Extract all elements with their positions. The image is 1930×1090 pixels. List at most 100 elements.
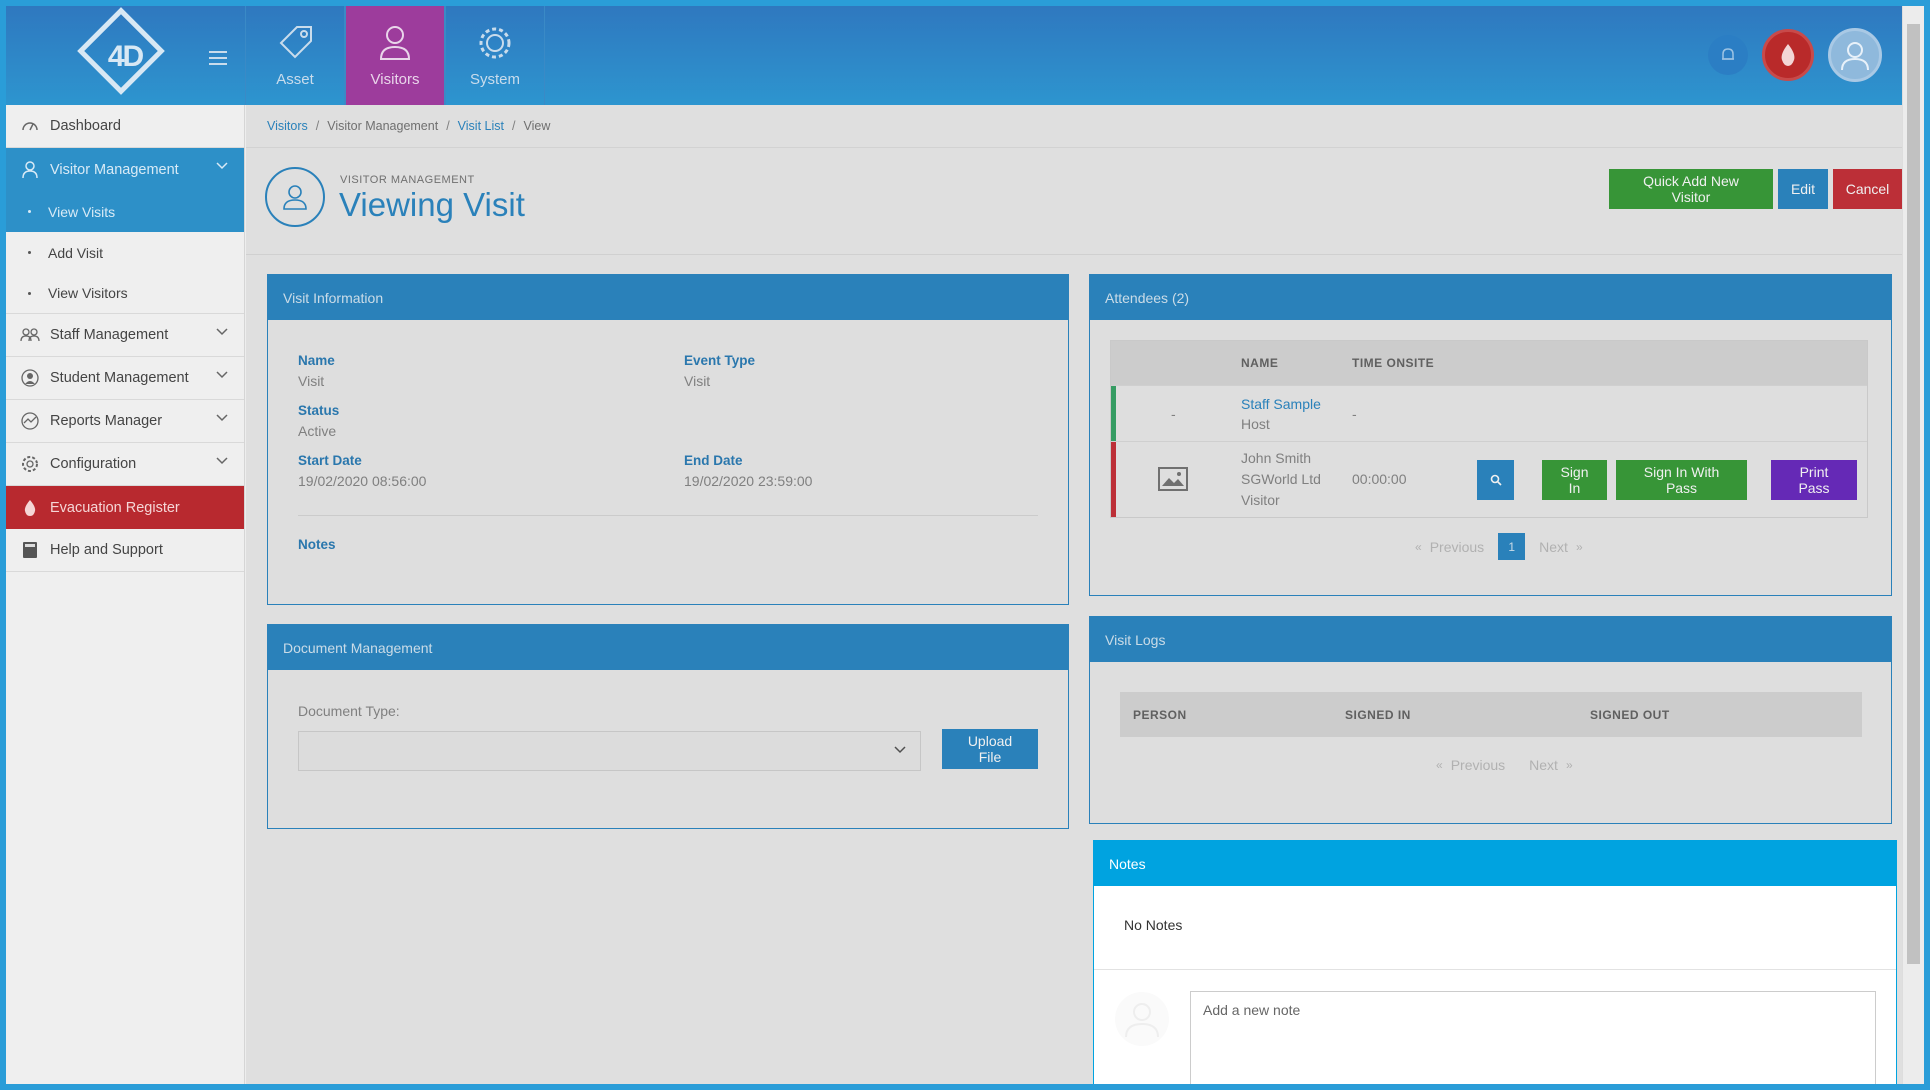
page-user-icon — [265, 167, 325, 227]
notifications-button[interactable] — [1708, 35, 1748, 75]
attendees-panel: Attendees (2) NAME TIME ONSITE - Staff S… — [1089, 274, 1892, 596]
new-note-textarea[interactable]: Add a new note — [1190, 991, 1876, 1084]
column-name: NAME — [1241, 356, 1279, 370]
pager-next[interactable]: Next — [1529, 757, 1558, 773]
column-time-onsite: TIME ONSITE — [1352, 356, 1435, 370]
top-nav-asset[interactable]: Asset — [245, 6, 345, 105]
dashboard-icon — [22, 122, 38, 131]
status-stripe — [1111, 442, 1116, 517]
user-avatar[interactable] — [1828, 28, 1882, 82]
notes-title: Notes — [1094, 841, 1896, 886]
event-type-value: Visit — [684, 373, 711, 389]
column-person: PERSON — [1133, 708, 1187, 722]
upload-file-button[interactable]: Upload File — [942, 729, 1038, 769]
top-nav: Asset Visitors System — [245, 6, 545, 105]
fire-icon — [24, 499, 36, 516]
attendee-name-link[interactable]: Staff Sample — [1241, 394, 1321, 415]
sidebar-subitem-view-visitors[interactable]: View Visitors — [6, 273, 244, 314]
divider — [298, 515, 1038, 516]
sidebar-item-label: Student Management — [50, 370, 189, 386]
sidebar-item-label: Evacuation Register — [50, 499, 180, 516]
logo-text: 4D — [107, 40, 144, 73]
page-title: Viewing Visit — [339, 186, 525, 223]
header-actions: Quick Add New Visitor Edit Cancel — [1604, 169, 1902, 209]
chevron-down-icon — [216, 414, 228, 422]
table-header: NAME TIME ONSITE — [1111, 341, 1867, 385]
breadcrumb-visitors[interactable]: Visitors — [267, 119, 308, 133]
student-icon — [21, 369, 39, 387]
logs-table-header: PERSON SIGNED IN SIGNED OUT — [1120, 692, 1862, 737]
bullet-icon — [28, 251, 31, 254]
pager-next-icon: » — [1565, 758, 1573, 772]
end-date-value: 19/02/2020 23:59:00 — [684, 473, 813, 489]
bell-icon — [1722, 48, 1734, 60]
pager-previous[interactable]: Previous — [1430, 539, 1484, 555]
cancel-button[interactable]: Cancel — [1833, 169, 1902, 209]
status-stripe — [1111, 386, 1116, 441]
sidebar-subitem-add-visit[interactable]: Add Visit — [6, 232, 244, 273]
top-nav-visitors[interactable]: Visitors — [345, 6, 445, 105]
sidebar-item-label: Help and Support — [50, 542, 163, 558]
sidebar-subitem-view-visits[interactable]: View Visits — [6, 191, 244, 232]
pager-previous[interactable]: Previous — [1451, 757, 1505, 773]
avatar-icon — [1841, 42, 1869, 71]
pager-next[interactable]: Next — [1539, 539, 1568, 555]
panel-title: Visit Logs — [1090, 617, 1891, 662]
name-value: Visit — [298, 373, 325, 389]
document-management-panel: Document Management Document Type: Uploa… — [267, 624, 1069, 829]
sign-in-button[interactable]: Sign In — [1542, 460, 1607, 500]
sidebar-subitem-label: View Visitors — [48, 285, 128, 301]
breadcrumb: Visitors / Visitor Management / Visit Li… — [246, 105, 1902, 148]
document-type-select[interactable] — [298, 731, 921, 771]
sidebar-item-reports-manager[interactable]: Reports Manager — [6, 400, 244, 443]
logs-pagination: « Previous Next » — [1436, 757, 1573, 773]
group-icon — [20, 328, 40, 342]
visit-logs-panel: Visit Logs PERSON SIGNED IN SIGNED OUT «… — [1089, 616, 1892, 824]
top-nav-visitors-label: Visitors — [370, 71, 420, 88]
attendees-pagination: « Previous 1 Next » — [1415, 533, 1583, 560]
pager-page-1[interactable]: 1 — [1498, 533, 1526, 560]
bullet-icon — [28, 210, 31, 213]
menu-toggle-icon[interactable] — [209, 51, 227, 69]
start-date-label: Start Date — [298, 453, 362, 468]
print-pass-button[interactable]: Print Pass — [1771, 460, 1857, 500]
quick-add-visitor-button[interactable]: Quick Add New Visitor — [1609, 169, 1773, 209]
scrollbar-thumb[interactable] — [1907, 24, 1920, 964]
search-icon — [1490, 474, 1502, 486]
breadcrumb-separator: / — [315, 119, 320, 133]
user-icon — [22, 160, 38, 178]
panel-title: Attendees (2) — [1090, 275, 1891, 320]
notes-panel: Notes No Notes Add a new note — [1093, 840, 1897, 1084]
scrollbar[interactable] — [1902, 6, 1924, 1084]
sidebar-item-dashboard[interactable]: Dashboard — [6, 105, 244, 148]
evacuation-button[interactable] — [1762, 29, 1814, 81]
status-value: Active — [298, 423, 337, 439]
sidebar-item-student-management[interactable]: Student Management — [6, 357, 244, 400]
chevron-down-icon — [216, 328, 228, 336]
gear-icon — [22, 456, 38, 472]
panel-title: Document Management — [268, 625, 1068, 670]
sidebar-item-evacuation-register[interactable]: Evacuation Register — [6, 486, 244, 529]
breadcrumb-visit-list[interactable]: Visit List — [458, 119, 504, 133]
sidebar-item-configuration[interactable]: Configuration — [6, 443, 244, 486]
search-button[interactable] — [1477, 460, 1514, 500]
column-signed-in: SIGNED IN — [1345, 708, 1411, 722]
panel-title: Visit Information — [268, 275, 1068, 320]
top-nav-system[interactable]: System — [445, 6, 545, 105]
sidebar-item-help-support[interactable]: Help and Support — [6, 529, 244, 572]
sign-in-with-pass-button[interactable]: Sign In With Pass — [1616, 460, 1747, 500]
sidebar-item-visitor-management[interactable]: Visitor Management — [6, 148, 244, 191]
chevron-down-icon — [216, 371, 228, 379]
attendee-role: Visitor — [1241, 492, 1280, 508]
user-icon — [379, 26, 411, 60]
sidebar-subitem-label: Add Visit — [48, 244, 103, 261]
sidebar-item-staff-management[interactable]: Staff Management — [6, 314, 244, 357]
start-date-value: 19/02/2020 08:56:00 — [298, 473, 427, 489]
pager-prev-icon: « — [1415, 539, 1422, 554]
time-onsite: - — [1352, 406, 1357, 422]
column-signed-out: SIGNED OUT — [1590, 708, 1670, 722]
edit-button[interactable]: Edit — [1778, 169, 1828, 209]
attendee-role: Host — [1241, 416, 1270, 432]
divider — [1094, 969, 1896, 970]
sidebar-item-label: Reports Manager — [50, 413, 163, 429]
